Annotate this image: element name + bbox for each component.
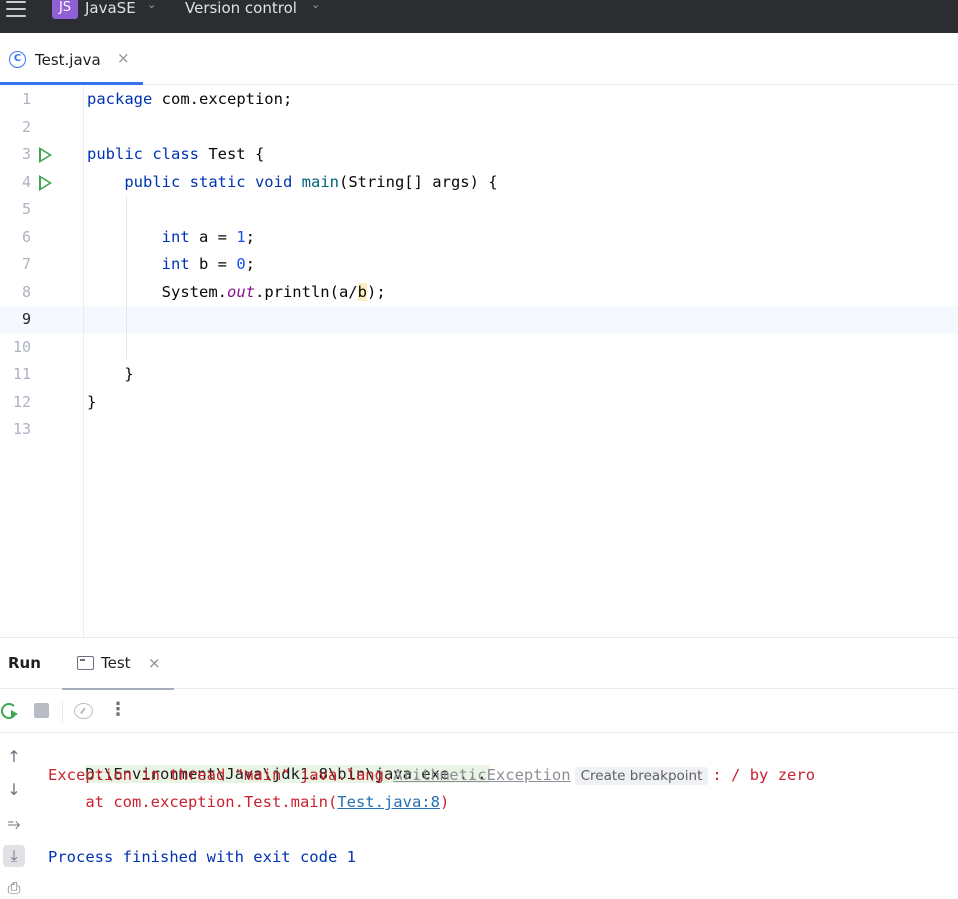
code-line[interactable]: 6 int a = 1; — [0, 224, 958, 251]
main-toolbar: JS JavaSE ⌄ Version control ⌄ — [0, 0, 958, 33]
line-number: 7 — [21, 255, 31, 273]
run-tab-label[interactable]: Test — [101, 654, 131, 672]
line-number: 8 — [21, 282, 31, 301]
console-line: D:\Environment\Java\jdk1.8\bin\java.exe … — [48, 734, 489, 783]
run-tab-test[interactable]: Test × — [62, 638, 174, 691]
code-token: 1 — [236, 227, 246, 246]
code-token: int — [161, 255, 190, 273]
line-number: 1 — [21, 90, 31, 108]
tab-label[interactable]: Test.java — [35, 51, 101, 69]
active-tab-indicator — [0, 82, 143, 85]
tab-test-java[interactable]: C Test.java × — [0, 33, 143, 85]
line-number: 6 — [21, 227, 31, 246]
line-number: 2 — [21, 117, 31, 136]
stop-icon[interactable] — [34, 703, 49, 718]
rerun-icon[interactable] — [1, 703, 18, 719]
code-token: ; — [245, 227, 256, 246]
run-gutter-icon[interactable] — [39, 174, 52, 191]
exception-message: : / by zero — [712, 765, 816, 784]
line-number: 5 — [21, 200, 31, 218]
code-line[interactable]: 13 — [0, 416, 958, 443]
code-line[interactable]: 3 public class Test { — [0, 141, 958, 168]
create-breakpoint-button[interactable]: Create breakpoint — [574, 766, 709, 785]
code-token: public class — [87, 145, 199, 163]
run-gutter-icon[interactable] — [39, 147, 52, 163]
code-token: ; — [245, 255, 256, 273]
run-panel-title: Run — [8, 654, 41, 672]
code-token: public static void — [124, 172, 293, 191]
code-token: (String[] args) { — [338, 172, 498, 191]
line-number: 13 — [12, 420, 31, 438]
code-token: a = — [189, 227, 237, 246]
main-menu-icon[interactable] — [6, 1, 26, 17]
code-editor[interactable]: 1 package com.exception; 2 3 public clas… — [0, 86, 958, 637]
scroll-to-end-icon[interactable]: ⤓ — [3, 845, 25, 867]
code-token: com.exception; — [152, 90, 293, 108]
code-line[interactable]: 8 System.out.println(a/b); — [0, 279, 958, 306]
code-line[interactable]: 2 — [0, 114, 958, 141]
stack-trace-text: ) — [439, 793, 450, 811]
code-token: out — [226, 282, 255, 301]
source-link[interactable]: Test.java:8 — [337, 793, 440, 811]
line-number: 4 — [21, 172, 31, 191]
process-finished-text: Process finished with exit code 1 — [48, 848, 356, 866]
line-number: 12 — [12, 392, 31, 411]
code-token: System. — [161, 282, 227, 301]
code-token: int — [161, 227, 190, 246]
print-icon[interactable]: ⎙ — [3, 877, 25, 899]
exception-text: Exception in thread "main" java.lang. — [48, 765, 394, 784]
console-line: at com.exception.Test.main(Test.java:8) — [48, 789, 449, 816]
console-line: Process finished with exit code 1 — [48, 844, 356, 871]
code-line[interactable]: 11 } — [0, 361, 958, 388]
line-number: 3 — [21, 145, 31, 163]
code-line-current[interactable]: 9 — [0, 306, 958, 333]
line-number: 11 — [12, 365, 31, 383]
chevron-down-icon[interactable]: ⌄ — [147, 0, 156, 11]
project-name[interactable]: JavaSE — [85, 0, 136, 17]
more-options-icon[interactable]: ⋮ — [109, 700, 127, 720]
code-token: } — [87, 392, 97, 411]
class-icon: C — [9, 51, 26, 68]
arrow-up-icon[interactable]: ↑ — [3, 746, 25, 768]
console-line: Exception in thread "main" java.lang.Ari… — [48, 762, 815, 789]
code-token: main — [301, 172, 339, 191]
run-toolbar: ⋮ — [0, 690, 958, 733]
close-icon[interactable]: × — [117, 49, 130, 67]
console-output[interactable]: D:\Environment\Java\jdk1.8\bin\java.exe … — [48, 734, 958, 886]
close-icon[interactable]: × — [148, 654, 161, 672]
run-config-icon — [77, 656, 94, 670]
code-line[interactable]: 12 } — [0, 389, 958, 416]
line-number: 10 — [12, 337, 31, 356]
code-line[interactable]: 7 int b = 0; — [0, 251, 958, 278]
code-line[interactable]: 4 public static void main(String[] args)… — [0, 169, 958, 196]
code-token: b = — [189, 255, 237, 273]
line-number: 9 — [21, 310, 31, 328]
profiler-icon[interactable] — [74, 703, 93, 719]
toolbar-separator — [62, 702, 63, 722]
code-token: } — [124, 365, 134, 383]
soft-wrap-icon[interactable]: ⥱ — [3, 813, 25, 835]
code-line[interactable]: 1 package com.exception; — [0, 86, 958, 113]
code-line[interactable]: 10 — [0, 334, 958, 361]
code-token-highlighted: b — [357, 282, 367, 301]
code-token: .println(a/ — [254, 282, 358, 301]
code-line[interactable]: 5 — [0, 196, 958, 223]
editor-tab-strip: C Test.java × — [0, 33, 958, 85]
code-token: Test { — [198, 145, 265, 163]
console-side-toolbar: ↑ ↓ ⥱ ⤓ ⎙ — [0, 734, 30, 897]
chevron-down-icon[interactable]: ⌄ — [311, 0, 320, 11]
version-control-menu[interactable]: Version control — [185, 0, 297, 17]
code-token: ); — [366, 282, 386, 301]
code-token: package — [87, 90, 153, 108]
project-badge[interactable]: JS — [52, 0, 78, 19]
code-token: 0 — [236, 255, 246, 273]
stack-trace-text: at com.exception.Test.main( — [48, 793, 338, 811]
arrow-down-icon[interactable]: ↓ — [3, 779, 25, 801]
run-tool-window-header: Run Test × — [0, 637, 958, 691]
exception-class-link[interactable]: ArithmeticException — [393, 766, 570, 784]
